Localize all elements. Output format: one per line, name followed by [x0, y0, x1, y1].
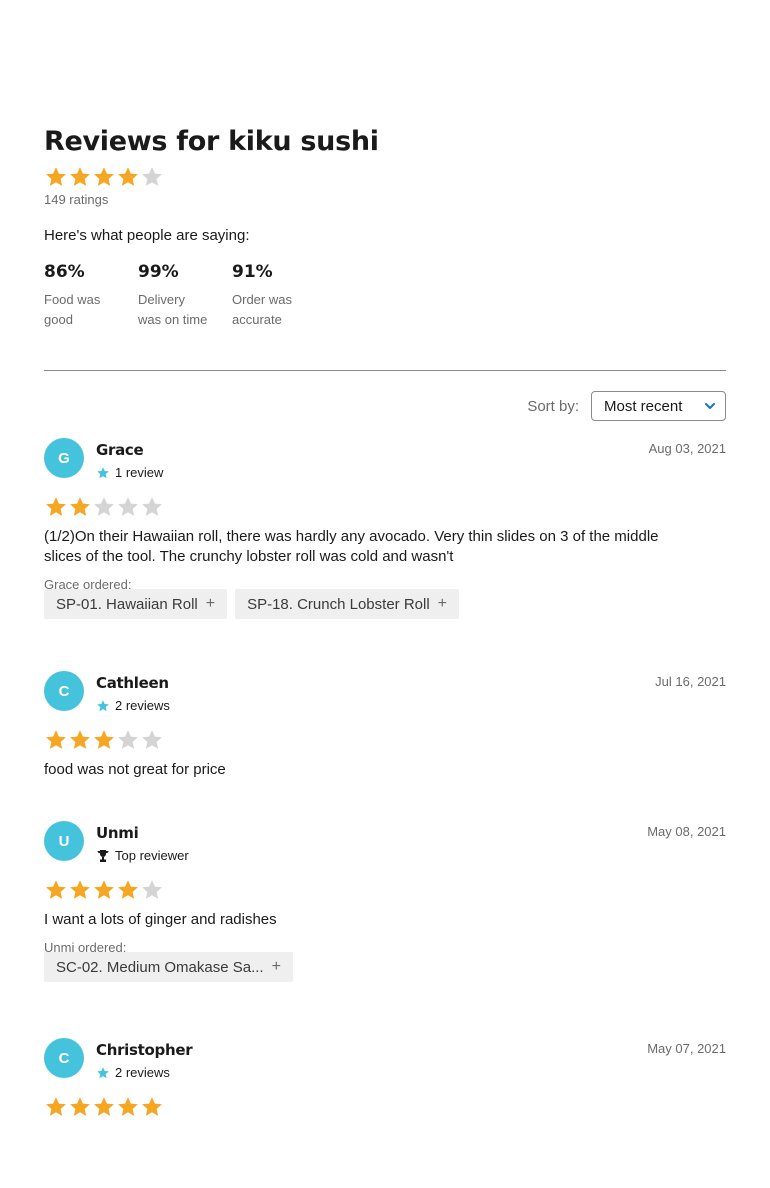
sort-row: Sort by: Most recent: [527, 391, 726, 421]
star-icon: [92, 495, 116, 519]
page-title: Reviews for kiku sushi: [44, 126, 379, 157]
stats-row: 86% Food was good 99% Delivery was on ti…: [44, 262, 326, 330]
ordered-item-chip[interactable]: SP-18. Crunch Lobster Roll +: [235, 589, 460, 619]
review-date: Jul 16, 2021: [655, 674, 726, 689]
stat-percent: 86%: [44, 262, 85, 282]
star-icon: [140, 495, 164, 519]
ordered-items: SC-02. Medium Omakase Sa... +: [44, 952, 293, 982]
stat-label: Order was accurate: [232, 292, 292, 327]
star-icon: [68, 878, 92, 902]
star-icon: [68, 1095, 92, 1119]
star-icon: [44, 878, 68, 902]
star-icon: [97, 1066, 109, 1078]
review-date: Aug 03, 2021: [648, 441, 726, 456]
star-icon: [116, 495, 140, 519]
reviewer-name[interactable]: Grace: [96, 441, 144, 459]
ordered-items: SP-01. Hawaiian Roll + SP-18. Crunch Lobst…: [44, 589, 460, 619]
review-date: May 08, 2021: [647, 824, 726, 839]
review-stars: [44, 1095, 164, 1119]
star-icon: [68, 728, 92, 752]
review-stars: [44, 878, 164, 902]
reviewer-name[interactable]: Christopher: [96, 1041, 193, 1059]
ordered-item-name: SP-01. Hawaiian Roll: [56, 595, 198, 613]
star-icon: [116, 728, 140, 752]
plus-icon[interactable]: +: [272, 958, 281, 976]
reviewer-name[interactable]: Unmi: [96, 824, 139, 842]
star-icon: [116, 878, 140, 902]
star-icon: [92, 165, 116, 189]
star-icon: [97, 699, 109, 711]
reviewer-meta-text: 2 reviews: [115, 698, 170, 713]
review-text: food was not great for price: [44, 761, 226, 778]
review-item: C Cathleen 2 reviews Jul 16, 2021 food was n…: [44, 671, 726, 821]
star-icon: [68, 495, 92, 519]
plus-icon[interactable]: +: [438, 595, 447, 613]
star-icon: [44, 495, 68, 519]
stat-food: 86% Food was good: [44, 262, 138, 330]
star-icon: [116, 165, 140, 189]
reviewer-meta-text: 2 reviews: [115, 1065, 170, 1080]
stat-percent: 91%: [232, 262, 273, 282]
reviewer-meta-text: Top reviewer: [115, 848, 189, 863]
reviewer-meta: 1 review: [96, 465, 163, 480]
ratings-count: 149 ratings: [44, 192, 109, 207]
stat-label: Delivery was on time: [138, 292, 208, 327]
stat-accuracy: 91% Order was accurate: [232, 262, 326, 330]
stat-label: Food was good: [44, 292, 101, 327]
review-stars: [44, 495, 164, 519]
review-item: G Grace 1 review Aug 03, 2021 (1/2)On their …: [44, 438, 726, 619]
trophy-icon: [97, 849, 109, 862]
review-item: U Unmi Top reviewer May 08, 2021 I want a lo…: [44, 821, 726, 982]
review-stars: [44, 728, 164, 752]
stat-percent: 99%: [138, 262, 179, 282]
star-icon: [140, 878, 164, 902]
summary-heading: Here's what people are saying:: [44, 227, 250, 244]
overall-rating-stars: [44, 165, 164, 189]
reviewer-meta-text: 1 review: [115, 465, 164, 480]
ordered-item-chip[interactable]: SP-01. Hawaiian Roll +: [44, 589, 228, 619]
reviewer-meta: 2 reviews: [96, 1065, 170, 1080]
chevron-down-icon: [705, 403, 715, 409]
ordered-item-name: SC-02. Medium Omakase Sa...: [56, 958, 264, 976]
star-icon: [140, 1095, 164, 1119]
star-icon: [116, 1095, 140, 1119]
star-icon: [68, 165, 92, 189]
avatar[interactable]: U: [44, 821, 84, 861]
reviewer-meta: 2 reviews: [96, 698, 170, 713]
star-icon: [92, 878, 116, 902]
sort-value: Most recent: [604, 397, 683, 415]
star-icon: [140, 165, 164, 189]
star-icon: [92, 728, 116, 752]
avatar[interactable]: C: [44, 1038, 84, 1078]
review-text: (1/2)On their Hawaiian roll, there was h…: [44, 528, 659, 565]
sort-label: Sort by:: [527, 397, 579, 415]
review-date: May 07, 2021: [647, 1041, 726, 1056]
review-item: C Christopher 2 reviews May 07, 2021: [44, 1038, 726, 1188]
reviewer-meta: Top reviewer: [96, 848, 189, 863]
avatar[interactable]: G: [44, 438, 84, 478]
reviewer-name[interactable]: Cathleen: [96, 674, 169, 692]
plus-icon[interactable]: +: [206, 595, 215, 613]
ordered-item-chip[interactable]: SC-02. Medium Omakase Sa... +: [44, 952, 293, 982]
star-icon: [97, 466, 109, 478]
star-icon: [44, 165, 68, 189]
avatar[interactable]: C: [44, 671, 84, 711]
star-icon: [44, 1095, 68, 1119]
review-text: I want a lots of ginger and radishes: [44, 911, 277, 928]
star-icon: [44, 728, 68, 752]
stat-delivery: 99% Delivery was on time: [138, 262, 232, 330]
sort-dropdown[interactable]: Most recent: [591, 391, 726, 421]
star-icon: [92, 1095, 116, 1119]
star-icon: [140, 728, 164, 752]
ordered-item-name: SP-18. Crunch Lobster Roll: [247, 595, 430, 613]
divider: [44, 370, 726, 371]
